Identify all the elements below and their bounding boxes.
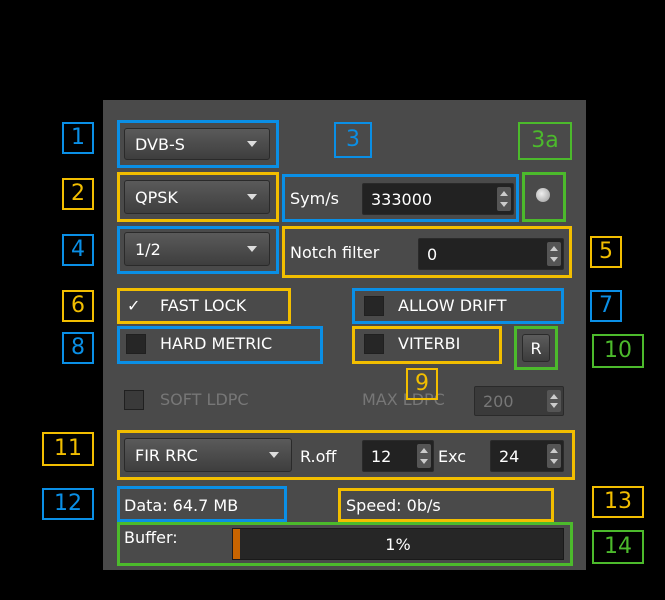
annotation-label-11: 11 [42, 432, 94, 466]
annotation-box-8 [117, 326, 323, 364]
annotation-box-7 [352, 288, 564, 324]
annotation-label-10: 10 [592, 334, 644, 368]
annotation-label-2: 2 [62, 178, 94, 210]
max-ldpc-spinbox[interactable]: 200 [474, 386, 564, 416]
annotation-label-3: 3 [334, 122, 372, 158]
annotation-label-14: 14 [592, 530, 644, 564]
annotation-box-viterbi [352, 326, 502, 364]
spin-arrows-icon[interactable] [547, 390, 561, 412]
annotation-box-3 [282, 174, 519, 222]
annotation-box-5 [282, 226, 572, 278]
annotation-box-4 [117, 226, 279, 274]
annotation-label-12: 12 [42, 488, 94, 520]
annotation-label-6: 6 [62, 290, 94, 322]
annotation-box-13 [338, 488, 554, 522]
annotation-box-14 [117, 522, 573, 566]
annotation-box-6 [117, 288, 291, 324]
annotation-label-5: 5 [590, 236, 622, 268]
annotation-box-1 [117, 120, 279, 168]
annotation-label-8: 8 [62, 332, 94, 364]
annotation-label-9: 9 [406, 368, 438, 400]
annotation-box-12 [117, 486, 287, 522]
annotation-box-3a [522, 172, 566, 222]
annotation-label-13: 13 [592, 486, 644, 518]
annotation-box-2 [117, 172, 279, 222]
soft-ldpc-checkbox[interactable] [124, 390, 144, 410]
annotation-box-10 [514, 326, 558, 370]
annotation-label-7: 7 [590, 290, 622, 322]
max-ldpc-value: 200 [483, 391, 514, 411]
annotation-label-4: 4 [62, 234, 94, 266]
annotation-label-3a: 3a [518, 122, 572, 160]
soft-ldpc-label: SOFT LDPC [160, 390, 249, 409]
annotation-box-11 [117, 430, 575, 480]
annotation-label-1: 1 [62, 122, 94, 154]
